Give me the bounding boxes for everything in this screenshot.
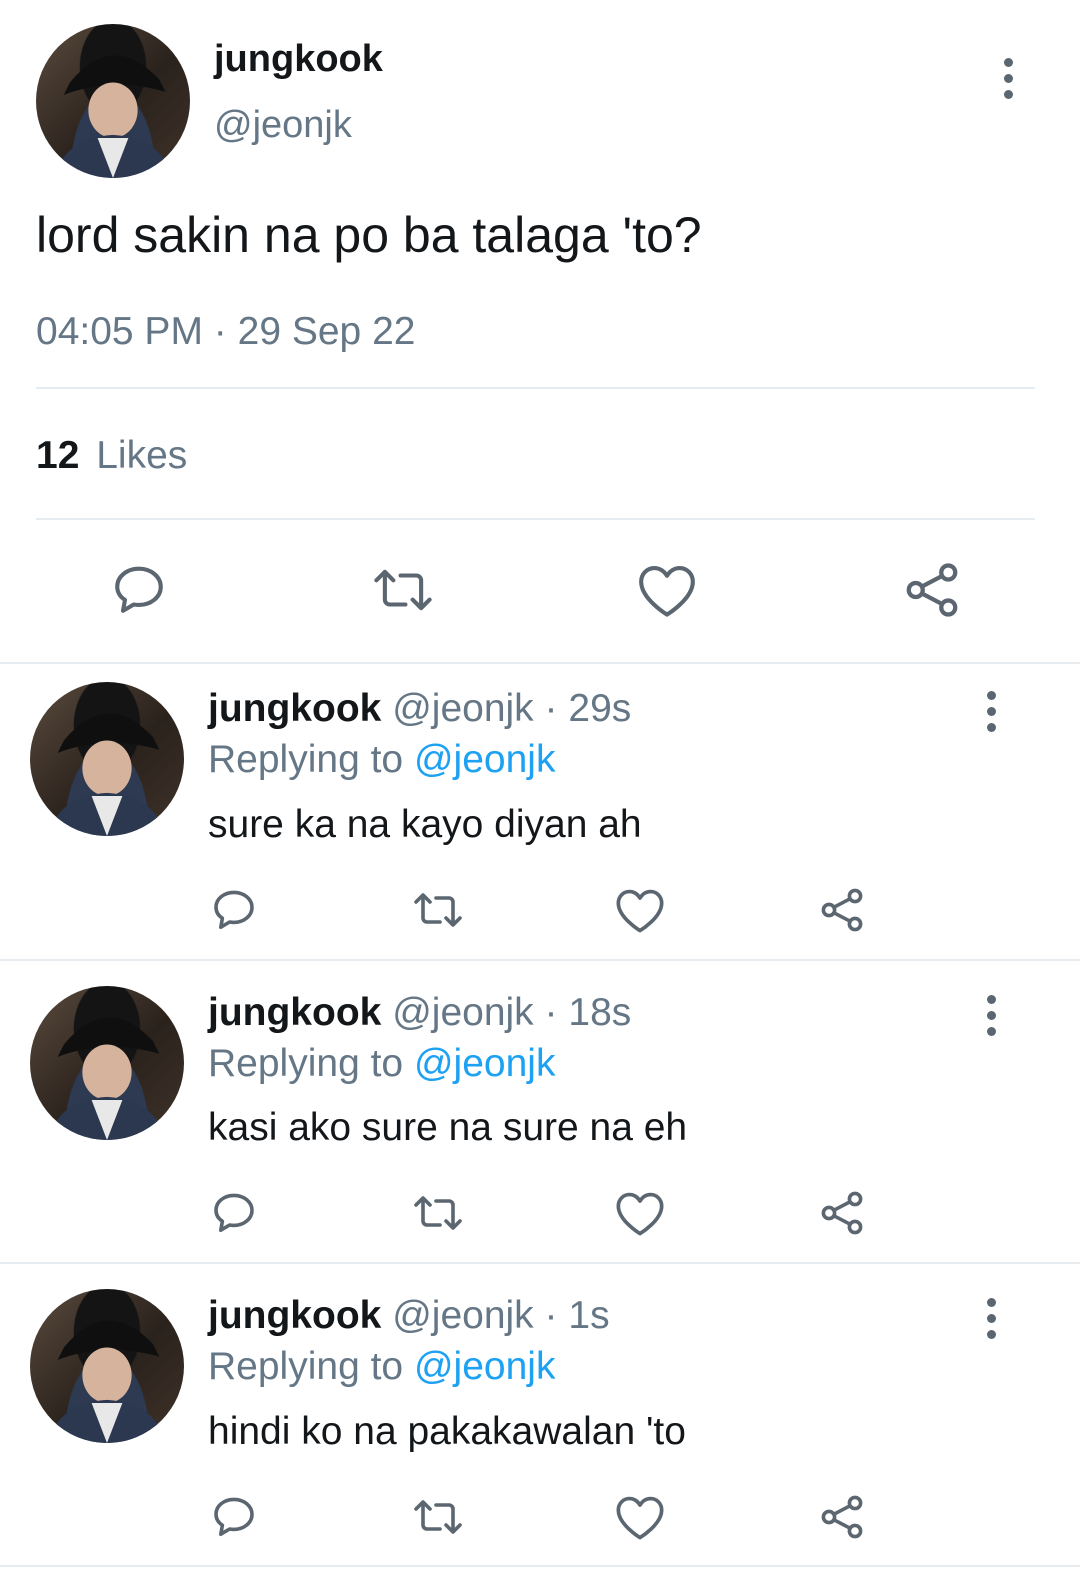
divider <box>0 662 1080 664</box>
reply-header: jungkook @jeonjk · 1s <box>208 1294 610 1338</box>
reply-text: kasi ako sure na sure na eh <box>208 1106 688 1149</box>
author-handle[interactable]: @jeonjk <box>214 104 352 147</box>
author-display-name[interactable]: jungkook <box>214 38 383 81</box>
author-display-name[interactable]: jungkook <box>208 687 381 730</box>
more-vertical-icon[interactable] <box>984 995 998 1043</box>
share-icon[interactable] <box>818 1491 866 1543</box>
avatar[interactable] <box>30 682 184 836</box>
avatar[interactable] <box>30 1289 184 1443</box>
author-handle[interactable]: @jeonjk <box>392 687 534 730</box>
heart-icon[interactable] <box>614 1189 666 1237</box>
replying-to-label: Replying to <box>208 1042 404 1085</box>
heart-icon[interactable] <box>636 561 698 619</box>
reply-time: 29s <box>568 687 632 730</box>
avatar[interactable] <box>36 24 190 178</box>
header-separator: · <box>544 687 558 730</box>
reply-text: hindi ko na pakakawalan 'to <box>208 1410 686 1453</box>
author-display-name[interactable]: jungkook <box>208 1294 381 1337</box>
retweet-icon[interactable] <box>410 1493 466 1541</box>
reply-icon[interactable] <box>210 1493 258 1541</box>
avatar-image <box>48 1320 166 1443</box>
retweet-icon[interactable] <box>370 561 436 619</box>
likes-label: Likes <box>96 434 188 477</box>
more-vertical-icon[interactable] <box>984 1298 998 1346</box>
timestamp-separator: · <box>213 310 227 353</box>
header-separator: · <box>544 1294 558 1337</box>
divider <box>36 387 1035 389</box>
share-icon[interactable] <box>818 884 866 936</box>
replying-to: Replying to @jeonjk <box>208 1042 555 1086</box>
avatar-image <box>54 55 172 178</box>
avatar[interactable] <box>30 986 184 1140</box>
reply-icon[interactable] <box>110 561 168 619</box>
author-display-name[interactable]: jungkook <box>208 991 381 1034</box>
tweet-text: lord sakin na po ba talaga 'to? <box>36 207 702 263</box>
more-vertical-icon[interactable] <box>984 691 998 739</box>
heart-icon[interactable] <box>614 1493 666 1541</box>
avatar-image <box>48 713 166 836</box>
heart-icon[interactable] <box>614 886 666 934</box>
header-separator: · <box>544 991 558 1034</box>
author-handle[interactable]: @jeonjk <box>392 1294 534 1337</box>
reply-header: jungkook @jeonjk · 18s <box>208 991 631 1035</box>
reply-icon[interactable] <box>210 1189 258 1237</box>
retweet-icon[interactable] <box>410 1189 466 1237</box>
more-vertical-icon[interactable] <box>1001 58 1015 106</box>
share-icon[interactable] <box>818 1187 866 1239</box>
divider <box>0 1565 1080 1567</box>
replying-to-handle[interactable]: @jeonjk <box>414 1345 556 1388</box>
likes-count: 12 <box>36 434 80 477</box>
replying-to-label: Replying to <box>208 1345 404 1388</box>
avatar-image <box>48 1017 166 1140</box>
replying-to-handle[interactable]: @jeonjk <box>414 1042 556 1085</box>
tweet-date: 29 Sep 22 <box>237 310 416 353</box>
divider <box>36 518 1035 520</box>
reply-text: sure ka na kayo diyan ah <box>208 803 642 846</box>
divider <box>0 959 1080 961</box>
replying-to: Replying to @jeonjk <box>208 1345 555 1389</box>
author-handle[interactable]: @jeonjk <box>392 991 534 1034</box>
reply-time: 1s <box>568 1294 610 1337</box>
tweet-timestamp: 04:05 PM · 29 Sep 22 <box>36 310 415 354</box>
replying-to-handle[interactable]: @jeonjk <box>414 738 556 781</box>
tweet-time: 04:05 PM <box>36 310 203 353</box>
reply-icon[interactable] <box>210 886 258 934</box>
likes-stat[interactable]: 12 Likes <box>36 434 187 478</box>
retweet-icon[interactable] <box>410 886 466 934</box>
replying-to: Replying to @jeonjk <box>208 738 555 782</box>
share-icon[interactable] <box>902 559 962 621</box>
divider <box>0 1262 1080 1264</box>
replying-to-label: Replying to <box>208 738 404 781</box>
reply-time: 18s <box>568 991 632 1034</box>
reply-header: jungkook @jeonjk · 29s <box>208 687 631 731</box>
